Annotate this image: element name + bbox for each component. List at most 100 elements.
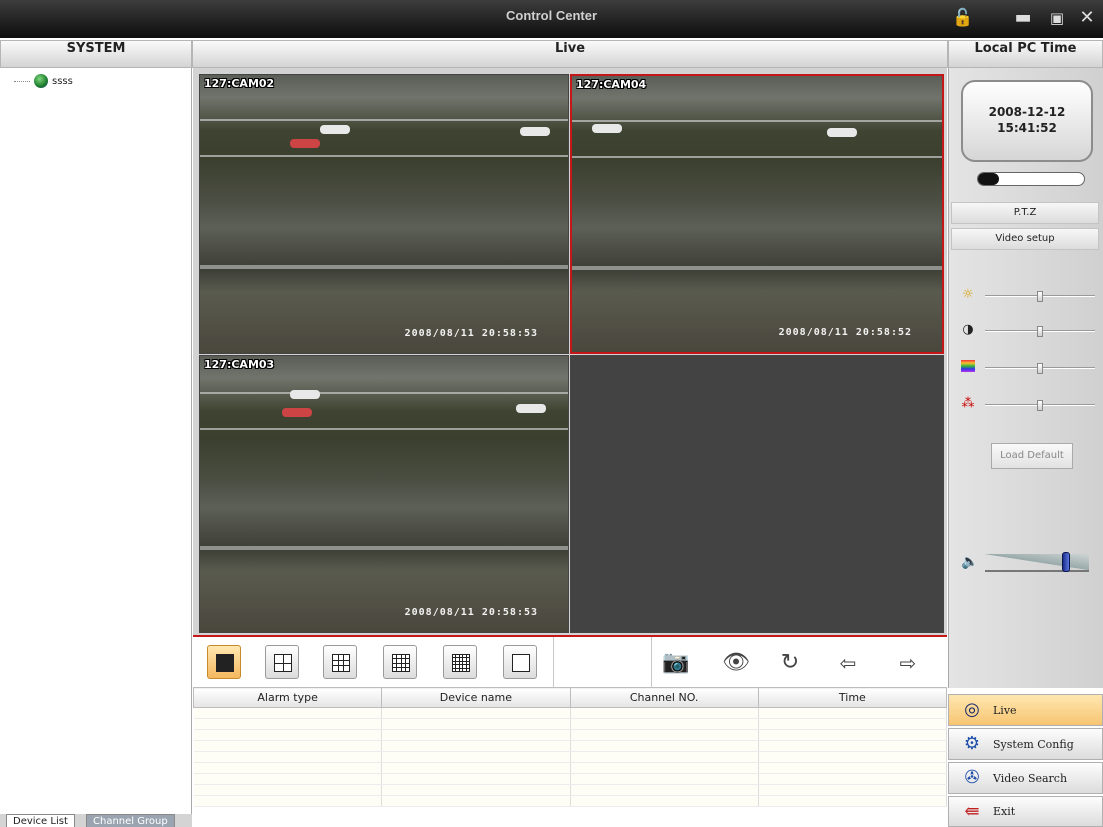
clock-progress-bar — [977, 172, 1085, 186]
contrast-slider[interactable]: ◑ — [961, 323, 1097, 339]
tab-device-list[interactable]: Device List — [6, 814, 75, 827]
car — [827, 128, 857, 137]
slider-track — [985, 400, 1095, 411]
table-row[interactable] — [193, 784, 948, 796]
slider-track — [985, 326, 1095, 337]
camera-timestamp: 2008/08/11 20:58:52 — [778, 327, 912, 338]
tab-channel-group[interactable]: Channel Group — [86, 814, 175, 827]
car — [592, 124, 622, 133]
table-row[interactable] — [193, 707, 948, 719]
title-bar: Control Center 🔓 ▬ ▣ ✕ — [0, 0, 1103, 38]
cycle-refresh-icon[interactable]: ↻ — [775, 649, 805, 677]
slider-knob[interactable] — [1037, 363, 1043, 374]
table-cell — [381, 762, 571, 774]
layout-16-button[interactable] — [383, 645, 417, 679]
volume-slider[interactable]: 🔈 — [961, 550, 1091, 576]
road-line — [200, 428, 568, 430]
control-panel: 2008-12-12 15:41:52 P.T.Z Video setup ☼ … — [948, 68, 1103, 688]
table-cell — [193, 751, 383, 763]
grid-36-icon — [512, 654, 530, 672]
layout-25-button[interactable] — [443, 645, 477, 679]
live-header: Live — [192, 40, 948, 68]
table-row[interactable] — [193, 762, 948, 774]
table-row[interactable] — [193, 773, 948, 785]
minimize-button[interactable]: ▬ — [1010, 6, 1036, 30]
slider-knob[interactable] — [1037, 400, 1043, 411]
column-device-name[interactable]: Device name — [381, 687, 571, 708]
slider-knob[interactable] — [1037, 291, 1043, 302]
clock-date: 2008-12-12 — [988, 105, 1066, 119]
car — [290, 390, 320, 399]
table-row[interactable] — [193, 795, 948, 807]
slider-track — [985, 363, 1095, 374]
table-cell — [381, 729, 571, 741]
road-line — [200, 155, 568, 157]
guard-rail — [572, 266, 942, 270]
hue-slider[interactable] — [961, 360, 1097, 376]
layout-36-button[interactable] — [503, 645, 537, 679]
car — [520, 127, 550, 136]
nav-system-config[interactable]: ⚙ System Config — [948, 728, 1103, 760]
table-row[interactable] — [193, 740, 948, 752]
table-cell — [193, 707, 383, 719]
camera-view-cam02[interactable]: 127:CAM02 2008/08/11 20:58:53 — [199, 74, 569, 354]
column-channel-no[interactable]: Channel NO. — [569, 687, 759, 708]
lock-icon[interactable]: 🔓 — [950, 6, 976, 30]
layout-1-button[interactable] — [207, 645, 241, 679]
nav-label: System Config — [993, 737, 1074, 751]
alarm-table-body — [193, 707, 948, 807]
load-default-button[interactable]: Load Default — [991, 443, 1073, 469]
bottom-tabs: Device List Channel Group — [0, 814, 192, 827]
view-toolbar: 📷 👁 ↻ ⇦ ⇨ — [193, 635, 947, 687]
video-setup-button[interactable]: Video setup — [951, 228, 1099, 250]
nav-exit[interactable]: ⇚ Exit — [948, 796, 1103, 827]
camera-view-cam04[interactable]: 127:CAM04 2008/08/11 20:58:52 — [570, 74, 944, 354]
toolbar-divider — [651, 637, 652, 687]
volume-knob[interactable] — [1061, 552, 1070, 572]
exit-door-icon: ⇚ — [964, 800, 980, 822]
layout-9-button[interactable] — [323, 645, 357, 679]
column-time[interactable]: Time — [757, 687, 948, 708]
tree-item-device[interactable]: ssss — [14, 74, 73, 88]
hide-view-eye-icon[interactable]: 👁 — [721, 649, 751, 677]
snapshot-camera-icon[interactable]: 📷 — [661, 649, 691, 677]
contrast-icon: ◑ — [962, 322, 974, 337]
slider-knob[interactable] — [1037, 326, 1043, 337]
column-alarm-type[interactable]: Alarm type — [192, 687, 383, 708]
restore-button[interactable]: ▣ — [1044, 6, 1070, 30]
nav-video-search[interactable]: ✇ Video Search — [948, 762, 1103, 794]
car — [516, 404, 546, 413]
camera-view-cam03[interactable]: 127:CAM03 2008/08/11 20:58:53 — [199, 355, 569, 633]
speaker-icon: 🔈 — [961, 554, 979, 570]
film-reel-icon: ✇ — [964, 767, 980, 788]
nav-label: Video Search — [993, 771, 1068, 785]
table-cell — [570, 784, 759, 796]
previous-page-icon[interactable]: ⇦ — [833, 649, 863, 677]
table-cell — [758, 762, 948, 774]
close-button[interactable]: ✕ — [1074, 6, 1100, 30]
grid-4-icon — [274, 654, 292, 672]
table-cell — [381, 751, 571, 763]
nav-live[interactable]: ◎ Live — [948, 694, 1103, 726]
camera-label: 127:CAM02 — [204, 77, 275, 90]
local-time-header: Local PC Time — [948, 40, 1103, 68]
table-cell — [758, 729, 948, 741]
slider-track — [985, 291, 1095, 302]
clock-display: 2008-12-12 15:41:52 — [961, 80, 1093, 162]
next-page-icon[interactable]: ⇨ — [893, 649, 923, 677]
layout-4-button[interactable] — [265, 645, 299, 679]
saturation-slider[interactable]: ⁂ — [961, 397, 1097, 413]
brightness-slider[interactable]: ☼ — [961, 288, 1097, 304]
progress-fill — [978, 173, 1000, 185]
table-row[interactable] — [193, 729, 948, 741]
table-row[interactable] — [193, 718, 948, 730]
table-cell — [758, 751, 948, 763]
ptz-button[interactable]: P.T.Z — [951, 202, 1099, 224]
table-cell — [570, 707, 759, 719]
table-row[interactable] — [193, 751, 948, 763]
table-cell — [193, 718, 383, 730]
table-cell — [193, 740, 383, 752]
table-cell — [193, 784, 383, 796]
camera-view-empty[interactable] — [570, 355, 944, 633]
nav-label: Live — [993, 703, 1017, 717]
